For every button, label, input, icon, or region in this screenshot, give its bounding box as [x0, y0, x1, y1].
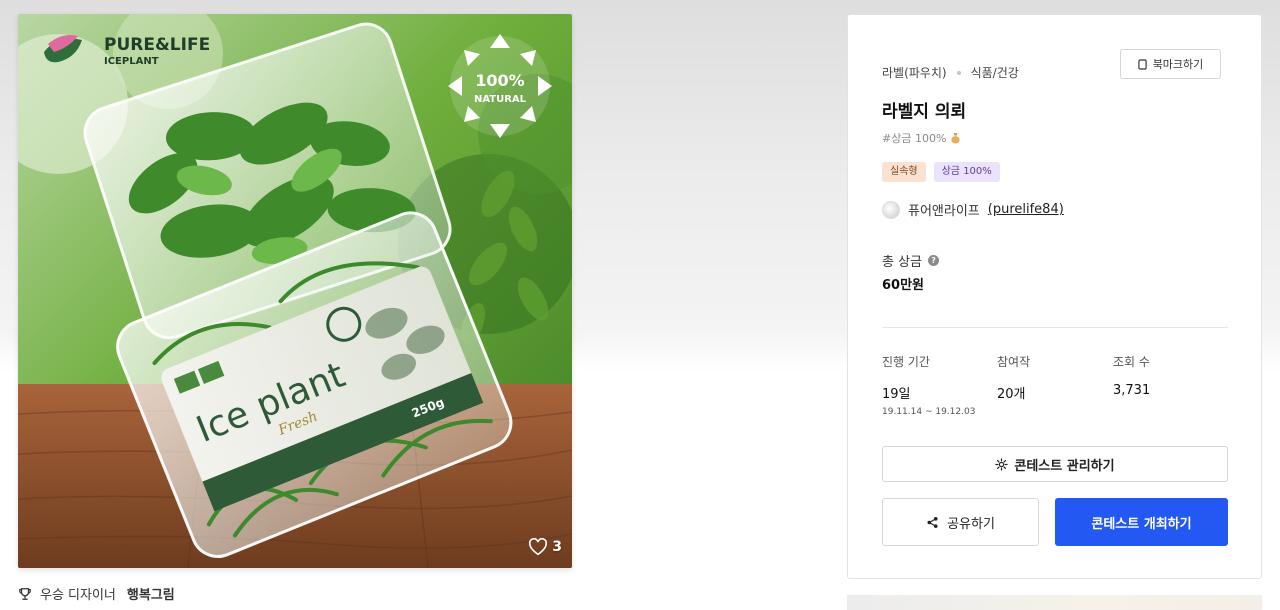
winner-label: 우승 디자이너: [40, 588, 116, 603]
host-handle[interactable]: (purelife84): [988, 202, 1064, 217]
contest-info-card: 라벨(파우치) 식품/건강 북마크하기 라벨지 의뢰 #상금 100% 실속형 …: [847, 14, 1262, 579]
breadcrumb-category[interactable]: 라벨(파우치): [882, 64, 947, 81]
host-name[interactable]: 퓨어앤라이프: [908, 200, 980, 219]
total-prize-value: 60만원: [882, 278, 925, 293]
stat-views: 조회 수 3,731: [1113, 353, 1150, 398]
help-icon[interactable]: ?: [928, 255, 940, 266]
breadcrumb-separator: [956, 70, 961, 75]
total-prize-label: 총 상금 ?: [882, 251, 940, 270]
share-button[interactable]: 공유하기: [882, 498, 1039, 546]
participants-label: 참여작: [997, 355, 1031, 369]
contest-badges: 실속형 상금 100%: [882, 162, 1000, 182]
views-value: 3,731: [1113, 383, 1151, 398]
like-counter[interactable]: 3: [528, 538, 562, 556]
manage-contest-button[interactable]: 콘테스트 관리하기: [882, 446, 1228, 482]
badge-prize-rate: 상금 100%: [933, 162, 1000, 182]
like-count: 3: [552, 539, 562, 555]
seal-top-text: 100%: [475, 71, 524, 90]
breadcrumb: 라벨(파우치) 식품/건강: [882, 64, 1019, 81]
brand-sub: ICEPLANT: [104, 56, 159, 67]
duration-value: 19일: [882, 387, 911, 402]
contest-host[interactable]: 퓨어앤라이프 (purelife84): [882, 200, 1064, 219]
seal-bottom-text: NATURAL: [474, 94, 527, 105]
money-bag-icon: [951, 132, 961, 144]
manage-contest-label: 콘테스트 관리하기: [1014, 458, 1115, 474]
trophy-icon: [19, 587, 31, 600]
bookmark-icon: [1138, 58, 1147, 70]
duration-range: 19.11.14 ~ 19.12.03: [882, 407, 976, 417]
hashtag-text: #상금 100%: [882, 132, 947, 145]
winning-designer: 우승 디자이너 행복그림: [18, 584, 175, 603]
brand-name: PURE&LIFE: [104, 35, 210, 55]
gear-icon: [995, 457, 1009, 471]
stat-participants: 참여작 20개: [997, 353, 1030, 402]
winner-name[interactable]: 행복그림: [127, 584, 175, 603]
badge-value-type: 실속형: [882, 162, 926, 182]
contest-hashtag[interactable]: #상금 100%: [882, 130, 961, 146]
artwork-image: Ice plant Fresh 250g PURE&LIFE ICEPLANT: [18, 14, 572, 568]
participants-value: 20개: [997, 387, 1026, 402]
share-label: 공유하기: [947, 516, 995, 532]
share-icon: [927, 516, 938, 528]
duration-label: 진행 기간: [882, 355, 930, 369]
next-section-preview: [847, 595, 1262, 610]
contest-winning-artwork[interactable]: Ice plant Fresh 250g PURE&LIFE ICEPLANT: [18, 14, 572, 568]
prize-label-text: 총 상금: [882, 255, 923, 270]
views-label: 조회 수: [1113, 355, 1150, 369]
host-contest-button[interactable]: 콘테스트 개최하기: [1055, 498, 1228, 546]
bookmark-label: 북마크하기: [1152, 58, 1204, 71]
heart-icon[interactable]: [528, 538, 548, 556]
bookmark-button[interactable]: 북마크하기: [1120, 49, 1221, 79]
breadcrumb-subcategory[interactable]: 식품/건강: [971, 64, 1019, 81]
stat-duration: 진행 기간 19일 19.11.14 ~ 19.12.03: [882, 353, 975, 417]
host-avatar[interactable]: [882, 200, 900, 219]
contest-title: 라벨지 의뢰: [882, 102, 967, 122]
divider: [882, 327, 1228, 328]
